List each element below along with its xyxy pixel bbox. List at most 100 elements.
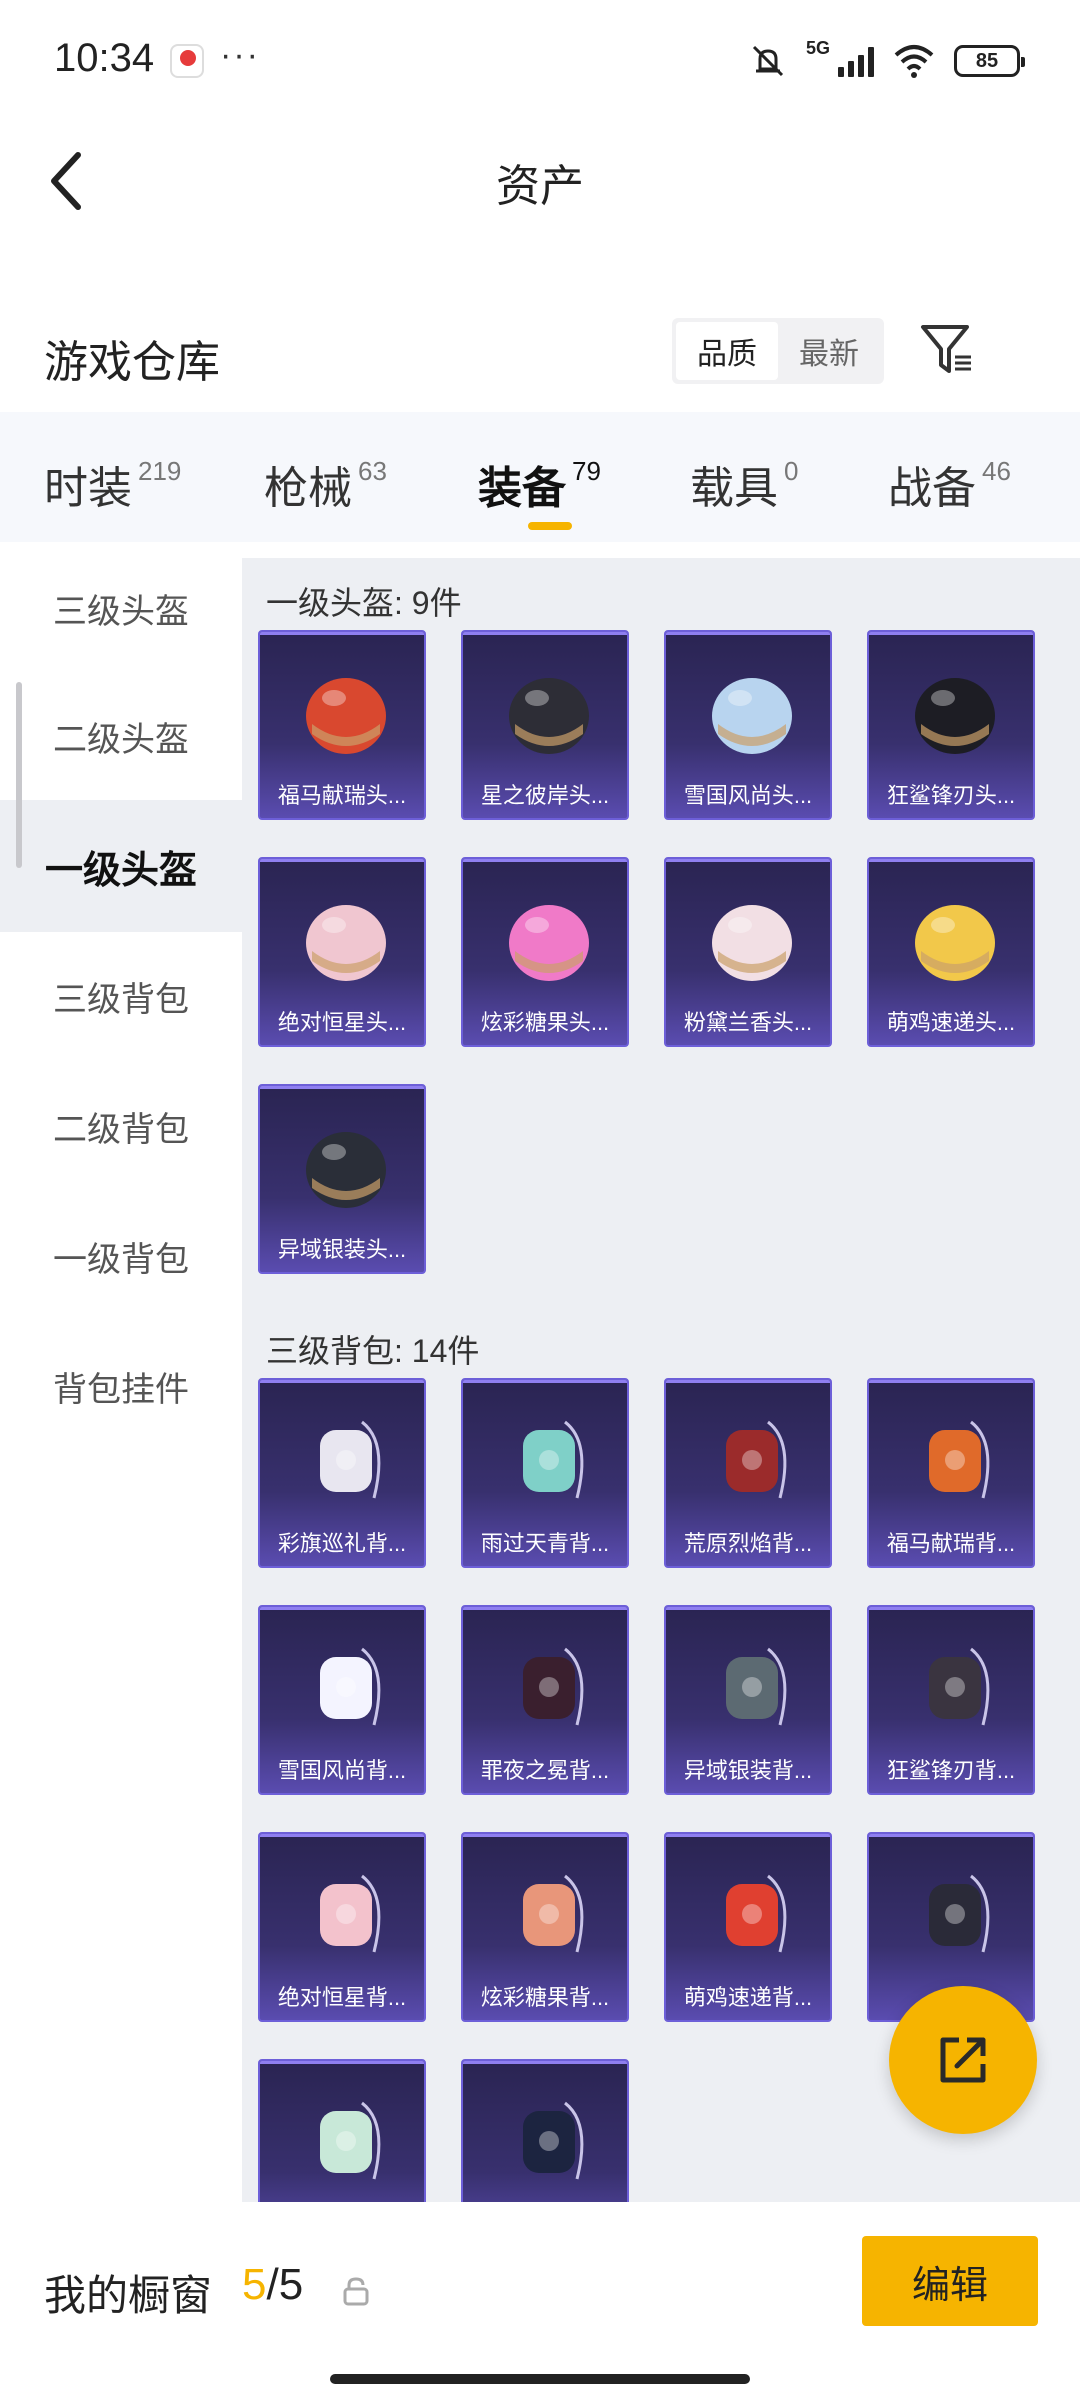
sidebar-item-level1-helmet[interactable]: 一级头盔 bbox=[0, 800, 242, 932]
item-name: 雨过天青背... bbox=[480, 1531, 610, 1556]
item-name: 雪国风尚头... bbox=[683, 783, 813, 808]
helmet-item-card[interactable]: 炫彩糖果头... bbox=[461, 857, 629, 1047]
more-notifications-icon: ··· bbox=[220, 36, 260, 74]
item-name: 炫彩糖果头... bbox=[480, 1010, 610, 1035]
item-name: 雪国风尚背... bbox=[277, 1758, 407, 1783]
tab-count: 46 bbox=[982, 456, 1011, 486]
backpack-item-card[interactable]: 狂鲨锋刃背... bbox=[867, 1605, 1035, 1795]
backpack-item-card[interactable] bbox=[461, 2059, 629, 2202]
tab-count: 0 bbox=[784, 456, 799, 486]
battery-icon: 85 bbox=[954, 45, 1025, 77]
filter-button[interactable] bbox=[914, 316, 980, 382]
helmet-image bbox=[696, 654, 808, 766]
backpack-item-card[interactable]: 雨过天青背... bbox=[461, 1378, 629, 1568]
item-name: 荒原烈焰背... bbox=[683, 1531, 813, 1556]
sidebar-item-level3-backpack[interactable]: 三级背包 bbox=[0, 930, 242, 1062]
network-type: 5G bbox=[805, 38, 830, 58]
edit-button[interactable]: 编辑 bbox=[862, 2236, 1038, 2326]
backpack-item-card[interactable]: 罪夜之冕背... bbox=[461, 1605, 629, 1795]
subcategory-sidebar: 三级头盔 二级头盔 一级头盔 三级背包 二级背包 一级背包 背包挂件 bbox=[0, 542, 242, 2202]
helmet-item-card[interactable]: 异域银装头... bbox=[258, 1084, 426, 1274]
item-name: 萌鸡速递背... bbox=[683, 1985, 813, 2010]
sidebar-item-level1-backpack[interactable]: 一级背包 bbox=[0, 1190, 242, 1322]
helmet-image bbox=[493, 881, 605, 993]
tab-vehicles[interactable]: 载具 0 bbox=[690, 452, 798, 516]
backpack-item-card[interactable] bbox=[258, 2059, 426, 2202]
mute-icon bbox=[752, 45, 784, 77]
backpack-item-card[interactable]: 雪国风尚背... bbox=[258, 1605, 426, 1795]
status-time: 10:34 bbox=[54, 36, 155, 80]
tab-count: 63 bbox=[358, 456, 387, 486]
wifi-icon bbox=[894, 45, 934, 78]
item-grid: 一级头盔: 9件 福马献瑞头... 星之彼岸头... 雪国风尚头... 狂鲨锋刃头..… bbox=[242, 558, 1080, 2202]
backpack-image bbox=[493, 1402, 605, 1514]
tab-count: 79 bbox=[572, 456, 601, 486]
backpack-image bbox=[899, 1629, 1011, 1741]
sidebar-item-level2-helmet[interactable]: 二级头盔 bbox=[0, 670, 242, 802]
helmet-item-card[interactable]: 萌鸡速递头... bbox=[867, 857, 1035, 1047]
bottom-bar: 我的橱窗 5/5 编辑 bbox=[0, 2202, 1080, 2400]
tab-fashion[interactable]: 时装 219 bbox=[44, 452, 181, 516]
helmet-image bbox=[493, 654, 605, 766]
showcase-total: /5 bbox=[266, 2260, 304, 2309]
status-icons: 5G 85 bbox=[748, 38, 1025, 84]
item-name: 狂鲨锋刃背... bbox=[886, 1758, 1016, 1783]
backpack-image bbox=[899, 1402, 1011, 1514]
backpack-image bbox=[493, 2083, 605, 2195]
backpack-item-card[interactable]: 萌鸡速递背... bbox=[664, 1832, 832, 2022]
sidebar-item-level2-backpack[interactable]: 二级背包 bbox=[0, 1060, 242, 1192]
section-title: 游戏仓库 bbox=[44, 338, 220, 387]
backpack-image bbox=[290, 1402, 402, 1514]
item-name: 狂鲨锋刃头... bbox=[886, 783, 1016, 808]
backpack-item-card[interactable]: 异域银装背... bbox=[664, 1605, 832, 1795]
item-name: 绝对恒星背... bbox=[277, 1985, 407, 2010]
share-icon bbox=[940, 2037, 986, 2083]
backpack-item-card[interactable]: 绝对恒星背... bbox=[258, 1832, 426, 2022]
group-title-backpacks: 三级背包: 14件 bbox=[266, 1333, 480, 1369]
backpack-item-card[interactable]: 炫彩糖果背... bbox=[461, 1832, 629, 2022]
tab-label: 载具 bbox=[690, 464, 778, 513]
sidebar-scrollbar[interactable] bbox=[16, 682, 22, 868]
backpack-item-card[interactable]: 彩旗巡礼背... bbox=[258, 1378, 426, 1568]
backpack-image bbox=[290, 1856, 402, 1968]
backpack-item-card[interactable]: 福马献瑞背... bbox=[867, 1378, 1035, 1568]
showcase-current: 5 bbox=[242, 2260, 267, 2309]
backpack-image bbox=[493, 1856, 605, 1968]
helmet-item-card[interactable]: 绝对恒星头... bbox=[258, 857, 426, 1047]
item-name: 异域银装背... bbox=[683, 1758, 813, 1783]
share-button[interactable] bbox=[889, 1986, 1037, 2134]
helmet-image bbox=[290, 1108, 402, 1220]
helmet-item-card[interactable]: 星之彼岸头... bbox=[461, 630, 629, 820]
helmet-item-card[interactable]: 福马献瑞头... bbox=[258, 630, 426, 820]
item-name: 星之彼岸头... bbox=[480, 783, 610, 808]
active-tab-indicator bbox=[528, 522, 572, 530]
sidebar-item-level3-helmet[interactable]: 三级头盔 bbox=[0, 542, 242, 674]
helmet-item-card[interactable]: 雪国风尚头... bbox=[664, 630, 832, 820]
item-name: 炫彩糖果背... bbox=[480, 1985, 610, 2010]
sort-quality-option[interactable]: 品质 bbox=[676, 322, 778, 380]
item-name: 福马献瑞头... bbox=[277, 783, 407, 808]
filter-icon bbox=[921, 325, 971, 373]
lock-icon bbox=[343, 2277, 369, 2306]
sidebar-item-backpack-charm[interactable]: 背包挂件 bbox=[0, 1320, 242, 1452]
tab-label: 战备 bbox=[888, 464, 976, 513]
showcase-label: 我的橱窗 bbox=[44, 2272, 213, 2319]
home-indicator bbox=[330, 2374, 750, 2384]
sort-newest-option[interactable]: 最新 bbox=[778, 322, 880, 380]
app-notification-icon bbox=[170, 44, 204, 78]
item-name: 绝对恒星头... bbox=[277, 1010, 407, 1035]
item-name: 罪夜之冕背... bbox=[480, 1758, 610, 1783]
tab-gear[interactable]: 战备 46 bbox=[888, 452, 1011, 516]
tab-count: 219 bbox=[138, 456, 182, 486]
tab-weapons[interactable]: 枪械 63 bbox=[264, 452, 387, 516]
item-name: 彩旗巡礼背... bbox=[277, 1531, 407, 1556]
tab-equipment[interactable]: 装备 79 bbox=[478, 452, 601, 516]
backpack-image bbox=[696, 1629, 808, 1741]
backpack-image bbox=[290, 2083, 402, 2195]
helmet-image bbox=[290, 654, 402, 766]
tab-label: 枪械 bbox=[264, 464, 352, 513]
helmet-item-card[interactable]: 粉黛兰香头... bbox=[664, 857, 832, 1047]
helmet-item-card[interactable]: 狂鲨锋刃头... bbox=[867, 630, 1035, 820]
backpack-item-card[interactable]: 荒原烈焰背... bbox=[664, 1378, 832, 1568]
backpack-image bbox=[493, 1629, 605, 1741]
